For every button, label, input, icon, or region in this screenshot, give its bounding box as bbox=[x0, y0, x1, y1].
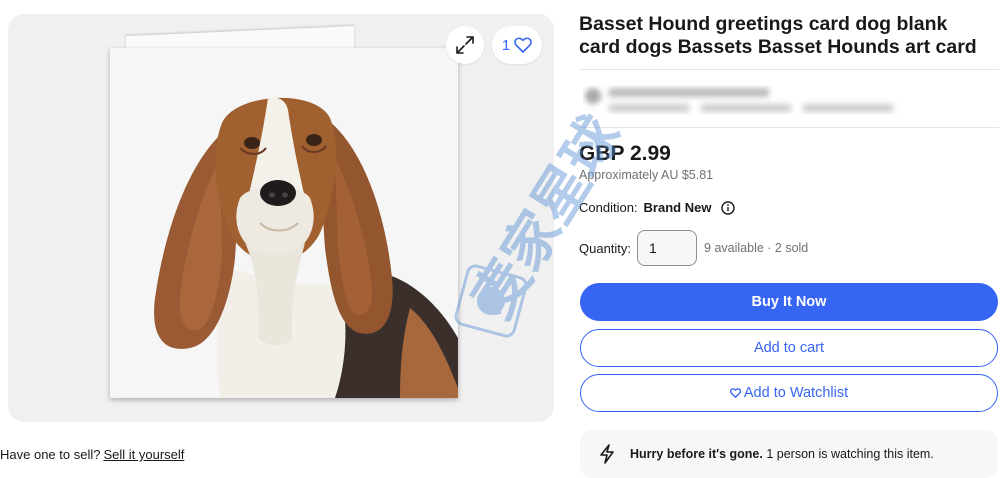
heart-icon bbox=[729, 388, 741, 398]
quantity-input[interactable] bbox=[637, 230, 698, 266]
divider bbox=[579, 69, 999, 70]
divider bbox=[579, 127, 999, 128]
info-icon[interactable] bbox=[721, 200, 736, 215]
availability: 9 available · 2 sold bbox=[704, 241, 809, 255]
product-image[interactable] bbox=[110, 48, 458, 398]
expand-button[interactable] bbox=[446, 26, 484, 64]
condition-row: Condition: Brand New bbox=[579, 200, 736, 215]
image-gallery[interactable]: 1 bbox=[8, 14, 554, 422]
urgency-banner: Hurry before it's gone. 1 person is watc… bbox=[580, 430, 998, 478]
sell-question: Have one to sell? bbox=[0, 447, 101, 462]
lightning-icon bbox=[594, 441, 620, 467]
sell-prompt: Have one to sell? Sell it yourself bbox=[0, 447, 184, 462]
condition-label: Condition: bbox=[579, 200, 638, 215]
expand-icon bbox=[456, 36, 474, 54]
quantity-row: Quantity: 9 available · 2 sold bbox=[579, 229, 808, 267]
approx-price: Approximately AU $5.81 bbox=[579, 168, 714, 182]
price: GBP 2.99 bbox=[579, 142, 671, 165]
condition-value: Brand New bbox=[643, 200, 712, 215]
watch-count-button[interactable]: 1 bbox=[492, 26, 542, 64]
basset-hound-illustration bbox=[154, 97, 458, 398]
listing-title: Basset Hound greetings card dog blank ca… bbox=[579, 13, 977, 58]
seller-info-blurred bbox=[583, 82, 903, 120]
quantity-label: Quantity: bbox=[579, 240, 632, 256]
watch-count: 1 bbox=[501, 36, 511, 54]
heart-icon bbox=[514, 37, 532, 53]
buy-it-now-label: Buy It Now bbox=[751, 294, 827, 310]
buy-it-now-button[interactable]: Buy It Now bbox=[580, 283, 998, 321]
add-to-watchlist-label: Add to Watchlist bbox=[743, 385, 849, 401]
add-to-cart-label: Add to cart bbox=[753, 340, 825, 356]
urgency-bold: Hurry before it's gone. bbox=[630, 447, 763, 461]
urgency-text: 1 person is watching this item. bbox=[766, 447, 934, 461]
add-to-watchlist-button[interactable]: Add to Watchlist bbox=[580, 374, 998, 412]
sell-it-yourself-link[interactable]: Sell it yourself bbox=[103, 447, 184, 462]
add-to-cart-button[interactable]: Add to cart bbox=[580, 329, 998, 367]
